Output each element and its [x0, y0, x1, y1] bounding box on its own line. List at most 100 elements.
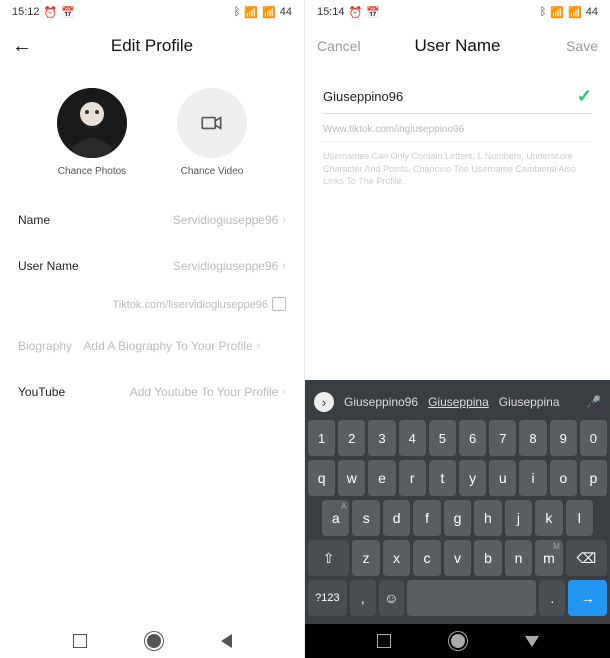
key-4[interactable]: 4: [399, 420, 426, 456]
page-title: User Name: [367, 36, 548, 56]
save-button[interactable]: Save: [548, 38, 598, 54]
key-u[interactable]: u: [489, 460, 516, 496]
name-field[interactable]: Name Servidiogiuseppe96›: [18, 197, 286, 243]
bluetooth-icon: ᛒ: [540, 6, 547, 18]
keyboard-row-1: q w e r t y u i o p: [308, 460, 607, 496]
change-photo[interactable]: Chance Photos: [57, 88, 127, 177]
key-period[interactable]: .: [539, 580, 565, 616]
profile-url-text: Tiktok.com/liservidiogiuseppe96: [113, 299, 269, 311]
change-video[interactable]: Chance Video: [177, 88, 247, 177]
key-q[interactable]: q: [308, 460, 335, 496]
key-emoji[interactable]: ☺: [379, 580, 405, 616]
change-photo-label: Chance Photos: [58, 166, 126, 177]
recent-apps-button[interactable]: [377, 634, 391, 648]
signal-icon: 📶: [244, 6, 258, 19]
key-8[interactable]: 8: [519, 420, 546, 456]
key-h[interactable]: h: [474, 500, 501, 536]
key-i[interactable]: i: [519, 460, 546, 496]
key-7[interactable]: 7: [489, 420, 516, 456]
key-r[interactable]: r: [399, 460, 426, 496]
key-n[interactable]: n: [505, 540, 533, 576]
android-nav-bar: [305, 624, 610, 658]
key-t[interactable]: t: [429, 460, 456, 496]
key-y[interactable]: y: [459, 460, 486, 496]
key-b[interactable]: b: [474, 540, 502, 576]
wifi-icon: 📶: [568, 6, 582, 19]
cancel-button[interactable]: Cancel: [317, 38, 367, 54]
signal-icon: 📶: [550, 6, 564, 19]
key-g[interactable]: g: [444, 500, 471, 536]
chevron-right-icon: ›: [257, 340, 261, 352]
keyboard-row-2: aA s d f g h j k l: [308, 500, 607, 536]
key-backspace[interactable]: ⌫: [566, 540, 607, 576]
username-input[interactable]: Giuseppino96 ✓: [323, 86, 592, 114]
status-time: 15:12: [12, 6, 40, 18]
help-text: Usernames Can Only Contain Letters, L Nu…: [323, 150, 592, 188]
back-button[interactable]: [525, 636, 539, 647]
key-0[interactable]: 0: [580, 420, 607, 456]
key-l[interactable]: l: [566, 500, 593, 536]
key-1[interactable]: 1: [308, 420, 335, 456]
suggestion[interactable]: Giuseppina: [428, 395, 489, 409]
key-shift[interactable]: ⇧: [308, 540, 349, 576]
back-button[interactable]: [221, 634, 232, 648]
key-f[interactable]: f: [413, 500, 440, 536]
key-p[interactable]: p: [580, 460, 607, 496]
key-j[interactable]: j: [505, 500, 532, 536]
chevron-right-icon: ›: [282, 214, 286, 226]
profile-url[interactable]: Tiktok.com/liservidiogiuseppe96: [0, 299, 304, 323]
back-icon[interactable]: ←: [12, 35, 32, 57]
username-edit-screen: 15:14 ⏰ 📅 ᛒ 📶 📶 44 Cancel User Name Save…: [305, 0, 610, 658]
key-s[interactable]: s: [352, 500, 379, 536]
key-w[interactable]: w: [338, 460, 365, 496]
home-button[interactable]: [451, 634, 465, 648]
key-comma[interactable]: ,: [350, 580, 376, 616]
key-e[interactable]: e: [368, 460, 395, 496]
change-video-label: Chance Video: [181, 166, 244, 177]
key-a[interactable]: aA: [322, 500, 349, 536]
bio-value: Add A Biography To Your Profile: [83, 339, 252, 353]
youtube-value: Add Youtube To Your Profile: [130, 385, 279, 399]
key-x[interactable]: x: [383, 540, 411, 576]
chevron-right-icon: ›: [282, 386, 286, 398]
key-d[interactable]: d: [383, 500, 410, 536]
youtube-field[interactable]: YouTube Add Youtube To Your Profile›: [18, 369, 286, 415]
key-v[interactable]: v: [444, 540, 472, 576]
avatar[interactable]: [57, 88, 127, 158]
key-m[interactable]: mM: [535, 540, 563, 576]
key-2[interactable]: 2: [338, 420, 365, 456]
battery-icon: 44: [280, 6, 292, 18]
keyboard-row-numbers: 1 2 3 4 5 6 7 8 9 0: [308, 420, 607, 456]
key-9[interactable]: 9: [550, 420, 577, 456]
key-o[interactable]: o: [550, 460, 577, 496]
name-label: Name: [18, 213, 50, 227]
key-6[interactable]: 6: [459, 420, 486, 456]
bio-label: Biography: [18, 339, 72, 353]
expand-icon[interactable]: ›: [314, 392, 334, 412]
video-placeholder[interactable]: [177, 88, 247, 158]
recent-apps-button[interactable]: [73, 634, 87, 648]
suggestion[interactable]: Giuseppino96: [344, 395, 418, 409]
copy-icon[interactable]: [274, 299, 286, 311]
key-z[interactable]: z: [352, 540, 380, 576]
key-k[interactable]: k: [535, 500, 562, 536]
key-c[interactable]: c: [413, 540, 441, 576]
url-preview: Www.tiktok.com/ingiuseppino96: [323, 124, 592, 142]
key-3[interactable]: 3: [368, 420, 395, 456]
username-value: Servidiogiuseppe96: [173, 259, 278, 273]
key-5[interactable]: 5: [429, 420, 456, 456]
status-time: 15:14: [317, 6, 345, 18]
suggestion[interactable]: Giuseppina: [499, 395, 560, 409]
username-input-value: Giuseppino96: [323, 89, 403, 104]
home-button[interactable]: [147, 634, 161, 648]
edit-profile-screen: 15:12 ⏰ 📅 ᛒ 📶 📶 44 ← Edit Profile Chance…: [0, 0, 305, 658]
key-enter[interactable]: →: [568, 580, 607, 616]
calendar-icon: 📅: [61, 6, 75, 19]
biography-field[interactable]: Biography Add A Biography To Your Profil…: [18, 323, 286, 369]
key-symbols[interactable]: ?123: [308, 580, 347, 616]
key-space[interactable]: [407, 580, 536, 616]
check-icon: ✓: [577, 86, 592, 107]
username-field[interactable]: User Name Servidiogiuseppe96›: [18, 243, 286, 289]
alarm-icon: ⏰: [44, 6, 58, 19]
mic-icon[interactable]: 🎤: [586, 395, 601, 409]
